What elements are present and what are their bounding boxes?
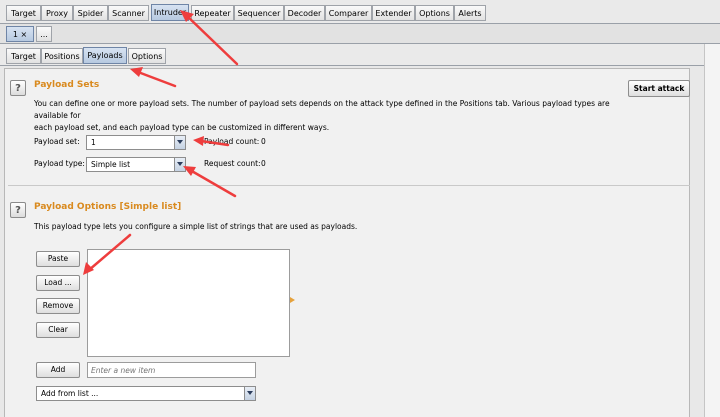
tab-repeater[interactable]: Repeater bbox=[191, 5, 234, 21]
new-attack-tab[interactable]: ... bbox=[36, 26, 52, 42]
new-item-input[interactable] bbox=[88, 363, 254, 377]
subtab-target[interactable]: Target bbox=[6, 48, 41, 64]
payload-list[interactable] bbox=[87, 249, 290, 357]
payload-set-label: Payload set: bbox=[34, 137, 80, 146]
tab-decoder[interactable]: Decoder bbox=[284, 5, 325, 21]
intruder-sub-tab-bar: Target Positions Payloads Options bbox=[0, 44, 720, 66]
help-icon[interactable]: ? bbox=[10, 202, 26, 218]
tab-extender[interactable]: Extender bbox=[372, 5, 415, 21]
section-divider bbox=[8, 185, 690, 186]
description-line-2: each payload set, and each payload type … bbox=[34, 123, 330, 132]
payload-type-label: Payload type: bbox=[34, 159, 85, 168]
expand-arrow-icon[interactable] bbox=[290, 297, 295, 303]
new-item-input-wrapper bbox=[87, 362, 256, 378]
chevron-down-icon bbox=[174, 136, 185, 149]
attack-tab-1[interactable]: 1 × bbox=[6, 26, 34, 42]
chevron-down-icon bbox=[174, 158, 185, 171]
tab-proxy[interactable]: Proxy bbox=[41, 5, 73, 21]
request-count-label: Request count: bbox=[204, 159, 261, 168]
description-line-1: You can define one or more payload sets.… bbox=[34, 99, 610, 120]
tab-comparer[interactable]: Comparer bbox=[325, 5, 372, 21]
payload-sets-heading: Payload Sets bbox=[34, 80, 100, 90]
attack-tab-bar: 1 × ... bbox=[0, 24, 720, 44]
tool-tab-bar: Target Proxy Spider Scanner Intruder Rep… bbox=[0, 0, 720, 24]
add-from-list-value: Add from list ... bbox=[41, 389, 99, 398]
paste-button[interactable]: Paste bbox=[36, 251, 80, 267]
add-button[interactable]: Add bbox=[36, 362, 80, 378]
payload-set-select[interactable]: 1 bbox=[86, 135, 186, 150]
load-button[interactable]: Load ... bbox=[36, 275, 80, 291]
remove-button[interactable]: Remove bbox=[36, 298, 80, 314]
add-from-list-select[interactable]: Add from list ... bbox=[36, 386, 256, 401]
start-attack-button[interactable]: Start attack bbox=[628, 80, 690, 97]
tab-sequencer[interactable]: Sequencer bbox=[234, 5, 284, 21]
vertical-scrollbar[interactable] bbox=[704, 44, 720, 417]
tab-scanner[interactable]: Scanner bbox=[108, 5, 149, 21]
tab-alerts[interactable]: Alerts bbox=[454, 5, 486, 21]
payload-options-heading: Payload Options [Simple list] bbox=[34, 202, 182, 212]
subtab-payloads[interactable]: Payloads bbox=[83, 47, 127, 64]
tab-intruder[interactable]: Intruder bbox=[151, 4, 189, 21]
clear-button[interactable]: Clear bbox=[36, 322, 80, 338]
tab-options[interactable]: Options bbox=[415, 5, 454, 21]
payload-type-select[interactable]: Simple list bbox=[86, 157, 186, 172]
payload-type-value: Simple list bbox=[91, 160, 131, 169]
subtab-options[interactable]: Options bbox=[128, 48, 166, 64]
payload-count-value: 0 bbox=[261, 137, 266, 146]
payload-count-label: Payload count: bbox=[204, 137, 260, 146]
payload-sets-description: You can define one or more payload sets.… bbox=[34, 98, 634, 134]
tab-target[interactable]: Target bbox=[6, 5, 41, 21]
payload-set-value: 1 bbox=[91, 138, 96, 147]
chevron-down-icon bbox=[244, 387, 255, 400]
subtab-positions[interactable]: Positions bbox=[41, 48, 83, 64]
payload-options-description: This payload type lets you configure a s… bbox=[34, 222, 358, 231]
tab-spider[interactable]: Spider bbox=[73, 5, 108, 21]
help-icon[interactable]: ? bbox=[10, 80, 26, 96]
request-count-value: 0 bbox=[261, 159, 266, 168]
